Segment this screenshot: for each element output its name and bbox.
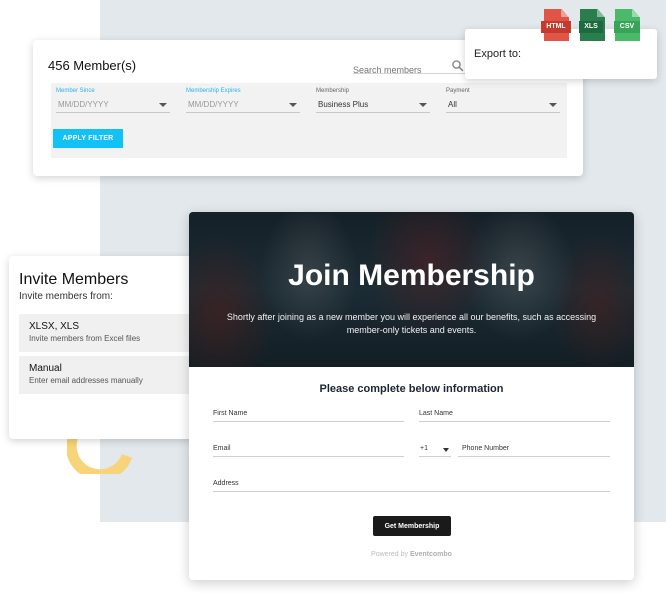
apply-filter-button[interactable]: APPLY FILTER (53, 129, 123, 148)
invite-option-excel[interactable]: XLSX, XLS Invite members from Excel file… (19, 314, 194, 352)
email-field[interactable]: Email (213, 445, 404, 457)
field-label: Address (213, 480, 239, 487)
file-format-label: XLS (579, 21, 603, 33)
invite-option-manual[interactable]: Manual Enter email addresses manually (19, 356, 194, 394)
option-description: Enter email addresses manually (29, 376, 143, 385)
csv-file-icon[interactable]: CSV (612, 9, 642, 41)
filter-label: Membership Expires (186, 88, 241, 94)
date-placeholder: MM/DD/YYYY (188, 100, 239, 109)
get-membership-button[interactable]: Get Membership (373, 516, 451, 536)
select-value: All (448, 100, 457, 109)
option-title: XLSX, XLS (29, 321, 80, 332)
join-membership-card: Join Membership Shortly after joining as… (189, 212, 634, 580)
field-label: Email (213, 445, 231, 452)
search-icon[interactable] (451, 59, 465, 73)
payment-select[interactable]: All (446, 98, 560, 113)
select-value: Business Plus (318, 100, 369, 109)
members-count-title: 456 Member(s) (48, 58, 137, 73)
brand-name[interactable]: Eventcombo (410, 551, 452, 558)
chevron-down-icon[interactable] (419, 103, 427, 107)
filter-membership-expires[interactable]: Membership Expires MM/DD/YYYY (186, 88, 300, 113)
phone-field[interactable]: Phone Number (458, 445, 610, 457)
invite-subtitle: Invite members from: (19, 291, 113, 302)
xls-file-icon[interactable]: XLS (577, 9, 607, 41)
filter-label: Membership (316, 88, 350, 94)
chevron-down-icon[interactable] (289, 103, 297, 107)
filter-label: Member Since (56, 88, 95, 94)
hero-banner: Join Membership Shortly after joining as… (189, 212, 634, 367)
membership-select[interactable]: Business Plus (316, 98, 430, 113)
form-heading: Please complete below information (319, 383, 504, 395)
powered-by: Powered by Eventcombo (189, 551, 634, 558)
country-code-select[interactable]: +1 (419, 445, 451, 457)
field-label: First Name (213, 410, 248, 417)
chevron-down-icon[interactable] (443, 448, 449, 452)
invite-title: Invite Members (19, 271, 129, 288)
country-code-value: +1 (420, 445, 428, 452)
filter-panel: Member Since MM/DD/YYYY Membership Expir… (51, 83, 567, 158)
hero-description: Shortly after joining as a new member yo… (226, 312, 597, 335)
file-format-label: CSV (614, 21, 640, 33)
html-file-icon[interactable]: HTML (541, 9, 571, 41)
option-title: Manual (29, 363, 62, 374)
hero-title: Join Membership (288, 259, 535, 292)
date-field[interactable]: MM/DD/YYYY (56, 98, 170, 113)
date-field[interactable]: MM/DD/YYYY (186, 98, 300, 113)
file-format-label: HTML (541, 21, 571, 33)
powered-prefix: Powered by (371, 551, 408, 558)
search-field[interactable] (353, 60, 465, 75)
address-field[interactable]: Address (213, 480, 610, 492)
field-label: Last Name (419, 410, 453, 417)
search-input[interactable] (353, 65, 465, 75)
date-placeholder: MM/DD/YYYY (58, 100, 109, 109)
chevron-down-icon[interactable] (159, 103, 167, 107)
filter-payment[interactable]: Payment All (446, 88, 560, 113)
first-name-field[interactable]: First Name (213, 410, 404, 422)
filter-label: Payment (446, 88, 470, 94)
chevron-down-icon[interactable] (549, 103, 557, 107)
filter-member-since[interactable]: Member Since MM/DD/YYYY (56, 88, 170, 113)
last-name-field[interactable]: Last Name (419, 410, 610, 422)
option-description: Invite members from Excel files (29, 334, 141, 343)
field-label: Phone Number (462, 445, 510, 452)
invite-members-card: Invite Members Invite members from: XLSX… (9, 256, 194, 439)
export-label: Export to: (474, 48, 522, 60)
filter-membership[interactable]: Membership Business Plus (316, 88, 430, 113)
